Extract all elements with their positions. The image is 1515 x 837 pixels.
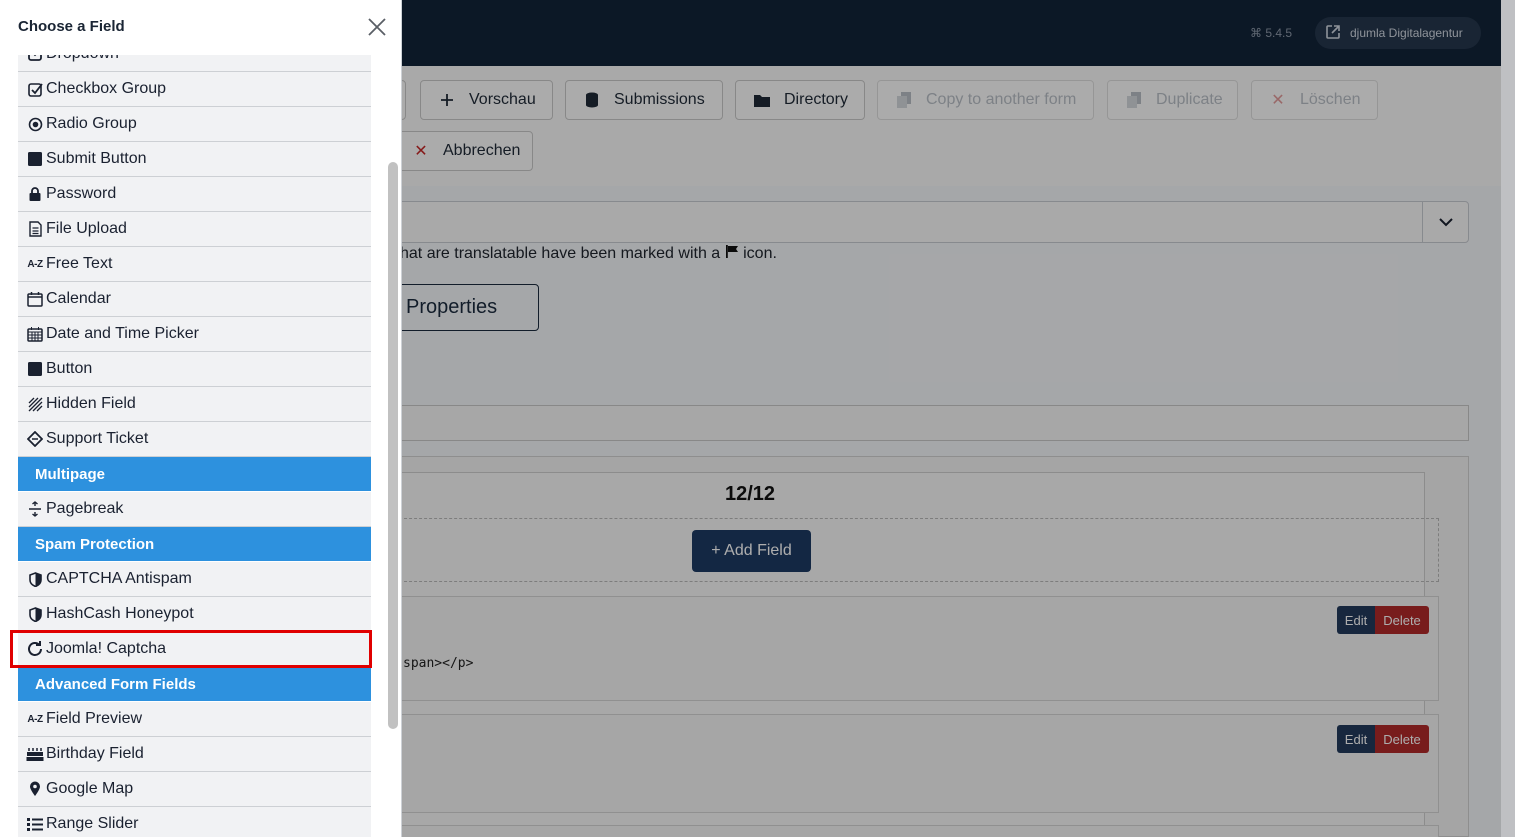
field-type-item[interactable]: Dropdown (18, 55, 371, 72)
field-type-item[interactable]: Checkbox Group (18, 72, 371, 107)
file-icon (25, 219, 45, 239)
field-type-label: Pagebreak (46, 500, 124, 517)
radio-icon (25, 114, 45, 134)
field-type-item[interactable]: Pagebreak (18, 492, 371, 527)
field-type-label: CAPTCHA Antispam (46, 570, 192, 587)
pagebreak-icon (25, 499, 45, 519)
field-type-label: Date and Time Picker (46, 325, 199, 342)
section-header-label: Spam Protection (35, 535, 155, 553)
field-type-item[interactable]: Joomla! Captcha (18, 632, 371, 667)
lock-icon (25, 184, 45, 204)
field-type-item[interactable]: Range Slider (18, 807, 371, 837)
field-type-item[interactable]: Calendar (18, 282, 371, 317)
field-type-label: HashCash Honeypot (46, 605, 194, 622)
field-type-label: Submit Button (46, 150, 147, 167)
field-type-item[interactable]: Password (18, 177, 371, 212)
list-icon (25, 814, 45, 834)
field-type-item[interactable]: A-Z Field Preview (18, 702, 371, 737)
offcanvas-header: Choose a Field (0, 0, 402, 55)
refresh-icon (25, 639, 45, 659)
field-type-item[interactable]: Radio Group (18, 107, 371, 142)
field-type-label: Support Ticket (46, 430, 149, 447)
field-type-label: Joomla! Captcha (46, 640, 167, 657)
square-icon (25, 149, 45, 169)
field-type-label: Free Text (46, 255, 113, 272)
field-type-label: File Upload (46, 220, 127, 237)
field-type-item[interactable]: Submit Button (18, 142, 371, 177)
field-type-label: Checkbox Group (46, 80, 167, 97)
field-type-item[interactable]: Birthday Field (18, 737, 371, 772)
shield-icon (25, 569, 45, 589)
field-type-label: Calendar (46, 290, 111, 307)
field-type-label: Password (46, 185, 117, 202)
section-header: Spam Protection (18, 527, 371, 561)
window-edge (1501, 0, 1515, 837)
field-type-item[interactable]: Button (18, 352, 371, 387)
section-header: Advanced Form Fields (18, 667, 371, 701)
calendar-icon (25, 289, 45, 309)
field-type-item[interactable]: Support Ticket (18, 422, 371, 457)
close-icon[interactable] (366, 16, 388, 38)
section-header-label: Advanced Form Fields (35, 675, 196, 693)
hatch-icon (25, 394, 45, 414)
field-type-item[interactable]: HashCash Honeypot (18, 597, 371, 632)
field-type-label: Field Preview (46, 710, 143, 727)
field-type-item[interactable]: Date and Time Picker (18, 317, 371, 352)
field-type-item[interactable]: A-Z Free Text (18, 247, 371, 282)
dropdown-icon (25, 55, 45, 64)
az-icon: A-Z (27, 713, 43, 725)
section-header: Multipage (18, 457, 371, 491)
field-type-label: Google Map (46, 780, 134, 797)
field-type-item[interactable]: File Upload (18, 212, 371, 247)
section-header-label: Multipage (35, 465, 105, 483)
scrollbar-thumb[interactable] (388, 162, 398, 729)
field-type-item[interactable]: Google Map (18, 772, 371, 807)
shield-icon (25, 604, 45, 624)
field-type-item[interactable]: CAPTCHA Antispam (18, 562, 371, 597)
field-type-label: Dropdown (46, 55, 119, 63)
choose-field-offcanvas: Choose a Field Dropdown Checkbox Group Rad… (0, 0, 402, 837)
field-type-label: Button (46, 360, 93, 377)
field-type-label: Radio Group (46, 115, 137, 132)
az-icon: A-Z (27, 258, 43, 270)
offcanvas-title: Choose a Field (18, 18, 125, 35)
cake-icon (25, 744, 45, 764)
field-list: Dropdown Checkbox Group Radio Group Submit … (18, 55, 371, 837)
field-type-label: Range Slider (46, 815, 139, 832)
ticket-icon (25, 429, 45, 449)
field-type-item[interactable]: Hidden Field (18, 387, 371, 422)
map-marker-icon (25, 779, 45, 799)
checkbox-icon (25, 79, 45, 99)
field-type-label: Birthday Field (46, 745, 144, 762)
square-icon (25, 359, 45, 379)
calendar-grid-icon (25, 324, 45, 344)
field-type-label: Hidden Field (46, 395, 136, 412)
